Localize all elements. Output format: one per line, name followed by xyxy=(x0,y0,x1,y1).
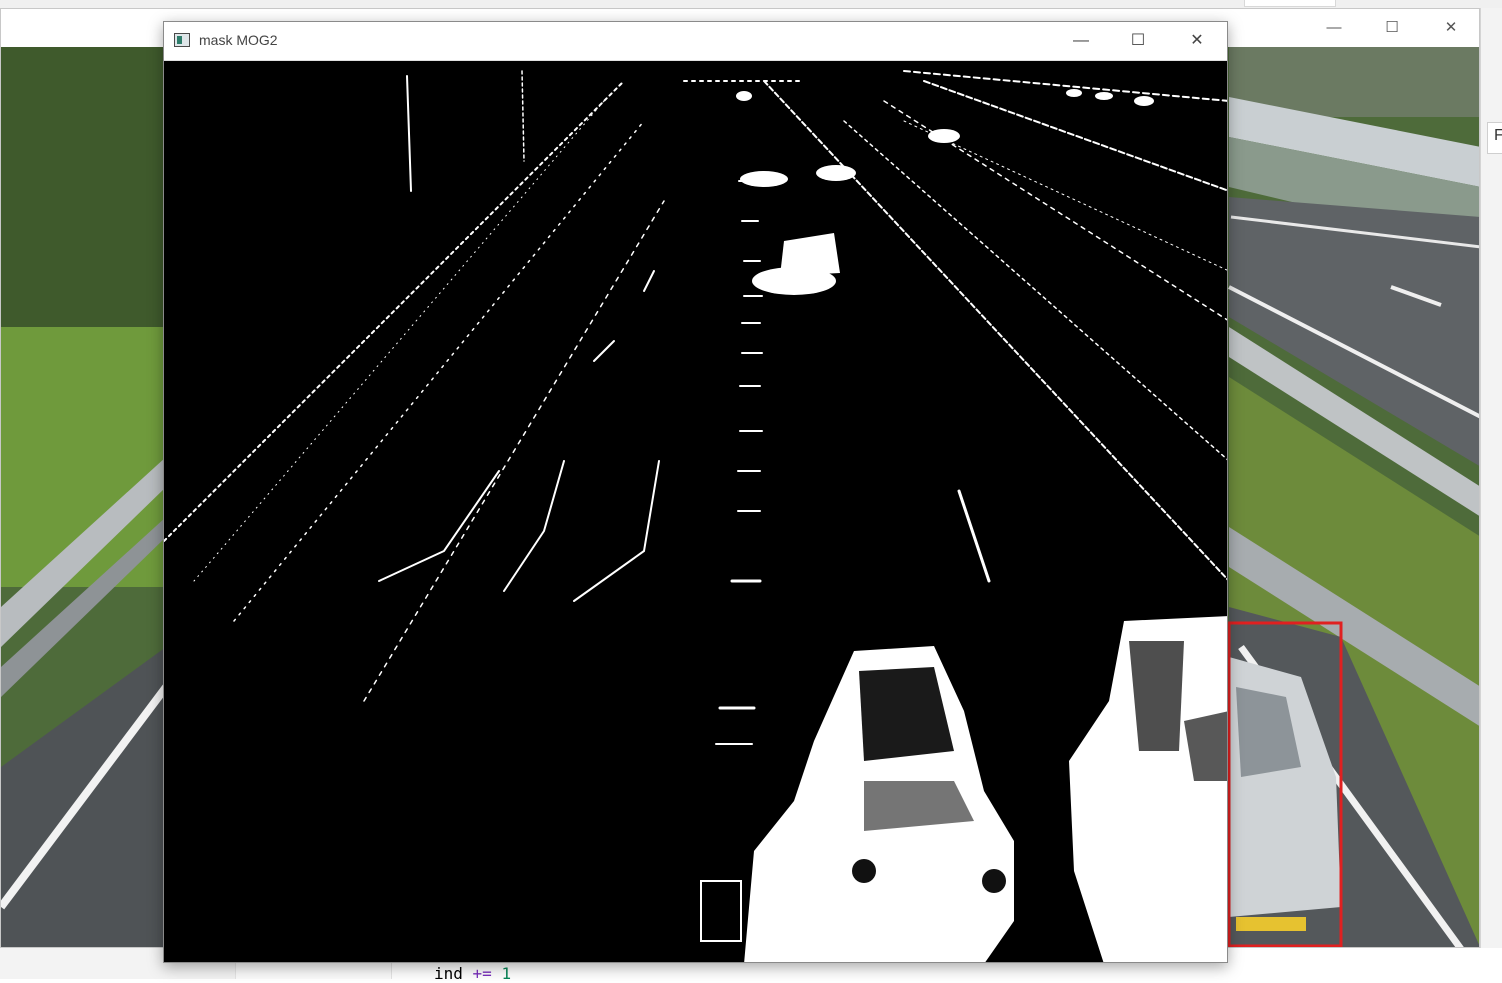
app-icon xyxy=(174,33,190,47)
code-operator: += xyxy=(472,964,492,983)
minimize-icon[interactable]: — xyxy=(1069,30,1093,52)
close-icon[interactable]: ✕ xyxy=(1185,30,1209,52)
background-tab[interactable] xyxy=(1244,0,1336,7)
mask-window-titlebar[interactable]: mask MOG2 — ☐ ✕ xyxy=(164,22,1227,61)
mask-window: mask MOG2 — ☐ ✕ xyxy=(163,21,1228,963)
code-number: 1 xyxy=(501,964,512,983)
window-title: mask MOG2 xyxy=(199,32,278,48)
code-variable: ind xyxy=(434,964,463,983)
maximize-icon[interactable]: ☐ xyxy=(1381,17,1403,39)
foreground-mask-image xyxy=(164,61,1227,962)
close-icon[interactable]: ✕ xyxy=(1440,17,1462,39)
code-line[interactable]: ind += 1 xyxy=(434,964,511,983)
minimize-icon[interactable]: — xyxy=(1323,17,1345,39)
maximize-icon[interactable]: ☐ xyxy=(1126,30,1150,52)
right-panel-label: F xyxy=(1494,127,1502,144)
